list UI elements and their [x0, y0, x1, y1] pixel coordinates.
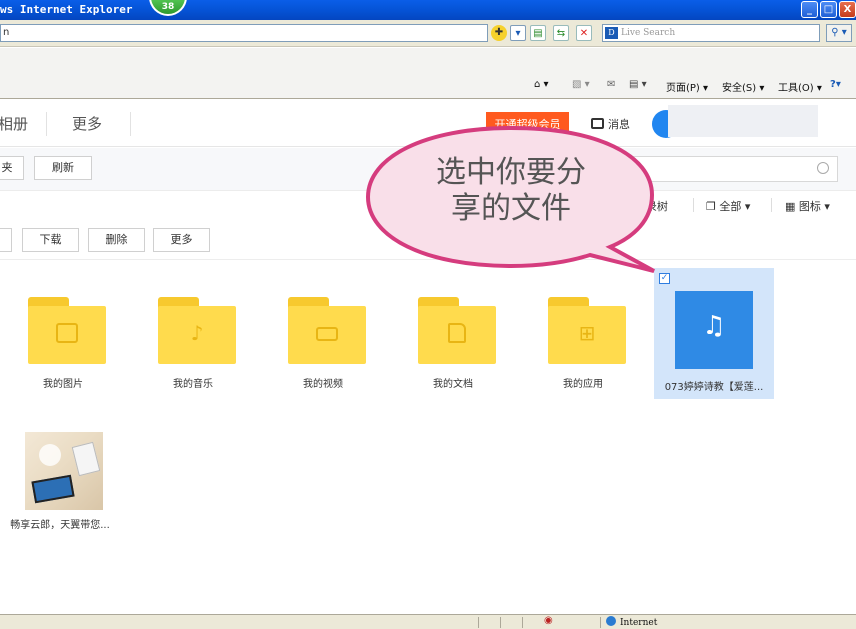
- folder-video[interactable]: 我的视频: [263, 268, 383, 398]
- address-row: n ✚ ▾ ▤ ⇆ ✕ D Live Search ⚲ ▾: [0, 20, 856, 47]
- file-name: 我的文档: [433, 379, 473, 390]
- partial-button[interactable]: [0, 228, 12, 252]
- music-icon: ♪: [190, 321, 204, 345]
- view-mode-dropdown[interactable]: ▦ 图标 ▾: [785, 198, 830, 214]
- status-bar: ◉ Internet: [0, 614, 856, 629]
- folder-icon: [28, 297, 106, 364]
- favorites-button[interactable]: 夹: [0, 156, 24, 180]
- live-search-placeholder: Live Search: [621, 28, 676, 38]
- action-bar: 下载 删除 更多: [0, 218, 856, 260]
- view-divider: [771, 198, 772, 212]
- more-button[interactable]: 更多: [153, 228, 210, 252]
- stop-icon[interactable]: ✕: [576, 25, 592, 41]
- status-cell: [600, 617, 601, 628]
- security-zone: Internet: [606, 616, 657, 628]
- file-name: 我的图片: [43, 379, 83, 390]
- refresh-button[interactable]: 刷新: [34, 156, 92, 180]
- view-divider: [693, 198, 694, 212]
- live-search-input[interactable]: D Live Search: [602, 24, 820, 42]
- nav-divider: [46, 112, 47, 136]
- search-icon: [817, 162, 829, 174]
- download-button[interactable]: 下载: [22, 228, 79, 252]
- nav-divider: [130, 112, 131, 136]
- file-name: 073婷婷诗教【爱莲...: [664, 382, 764, 393]
- tools-menu[interactable]: 工具(O) ▾: [778, 79, 822, 94]
- folder-icon: [418, 297, 496, 364]
- close-button[interactable]: X: [839, 1, 856, 18]
- vip-button[interactable]: 开通超级会员: [486, 112, 569, 138]
- directory-tree-toggle[interactable]: ▣ 录树: [632, 198, 668, 214]
- live-search-logo-icon: D: [605, 27, 618, 39]
- status-cell: [522, 617, 523, 628]
- mail-icon[interactable]: ✉: [607, 79, 615, 90]
- folder-apps[interactable]: ⊞ 我的应用: [523, 268, 643, 398]
- document-icon: [448, 323, 466, 343]
- address-field[interactable]: n: [0, 24, 488, 42]
- file-name: 我的视频: [303, 379, 343, 390]
- file-name: 我的应用: [563, 379, 603, 390]
- title-bar: ws Internet Explorer 38 _ □ X: [0, 0, 856, 20]
- dropdown-icon[interactable]: ▾: [510, 25, 526, 41]
- video-icon: [316, 327, 338, 341]
- file-name: 畅享云郎，天翼带您...: [10, 520, 110, 531]
- folder-icon: ♪: [158, 297, 236, 364]
- print-icon[interactable]: ▤ ▾: [629, 79, 647, 90]
- checkbox-checked[interactable]: ✓: [659, 273, 670, 284]
- nav-more[interactable]: 更多: [72, 113, 102, 134]
- status-cell: [478, 617, 479, 628]
- toolbar: 夹 刷新: [0, 148, 856, 191]
- compat-icon[interactable]: ✚: [491, 25, 507, 41]
- refresh-icon[interactable]: ⇆: [553, 25, 569, 41]
- folder-icon: [288, 297, 366, 364]
- home-icon[interactable]: ⌂ ▾: [534, 79, 549, 90]
- minimize-button[interactable]: _: [801, 1, 818, 18]
- filter-dropdown[interactable]: ❐ 全部 ▾: [706, 198, 750, 214]
- music-file-icon: ♫: [675, 291, 753, 369]
- nav-album[interactable]: 相册: [0, 113, 28, 134]
- image-thumbnail: [25, 432, 103, 510]
- maximize-button[interactable]: □: [820, 1, 837, 18]
- view-bar: ▣ 录树 ❐ 全部 ▾ ▦ 图标 ▾: [0, 192, 856, 218]
- message-icon: [591, 118, 604, 129]
- notification-badge: 38: [149, 0, 187, 16]
- top-nav: 相册 更多 开通超级会员 消息: [0, 100, 856, 147]
- command-bar: ⌂ ▾ ▧ ▾ ✉ ▤ ▾ 页面(P) ▾ 安全(S) ▾ 工具(O) ▾ ?▾: [0, 48, 856, 99]
- image-icon: [56, 323, 78, 343]
- file-search-input[interactable]: [616, 156, 838, 182]
- window-title: ws Internet Explorer: [0, 3, 133, 16]
- page-menu[interactable]: 页面(P) ▾: [666, 79, 708, 94]
- privacy-icon[interactable]: ◉: [544, 615, 553, 626]
- folder-music[interactable]: ♪ 我的音乐: [133, 268, 253, 398]
- file-image-promo[interactable]: 畅享云郎，天翼带您...: [0, 432, 120, 562]
- globe-icon: [606, 616, 616, 626]
- file-selected-audio[interactable]: ✓ ♫ 073婷婷诗教【爱莲...: [654, 268, 774, 399]
- status-cell: [500, 617, 501, 628]
- folder-icon: ⊞: [548, 297, 626, 364]
- folder-pictures[interactable]: 我的图片: [3, 268, 123, 398]
- rss-page-icon[interactable]: ▤: [530, 25, 546, 41]
- web-page: 相册 更多 开通超级会员 消息 夹 刷新 ▣ 录树 ❐ 全部 ▾ ▦ 图标 ▾ …: [0, 100, 856, 614]
- feeds-icon[interactable]: ▧ ▾: [572, 79, 590, 90]
- delete-button[interactable]: 删除: [88, 228, 145, 252]
- apps-icon: ⊞: [578, 321, 596, 345]
- username-blurred: [668, 105, 818, 137]
- folder-documents[interactable]: 我的文档: [393, 268, 513, 398]
- file-name: 我的音乐: [173, 379, 213, 390]
- message-link[interactable]: 消息: [591, 116, 630, 132]
- search-go-icon[interactable]: ⚲ ▾: [826, 24, 852, 42]
- safety-menu[interactable]: 安全(S) ▾: [722, 79, 764, 94]
- help-icon[interactable]: ?▾: [830, 79, 841, 90]
